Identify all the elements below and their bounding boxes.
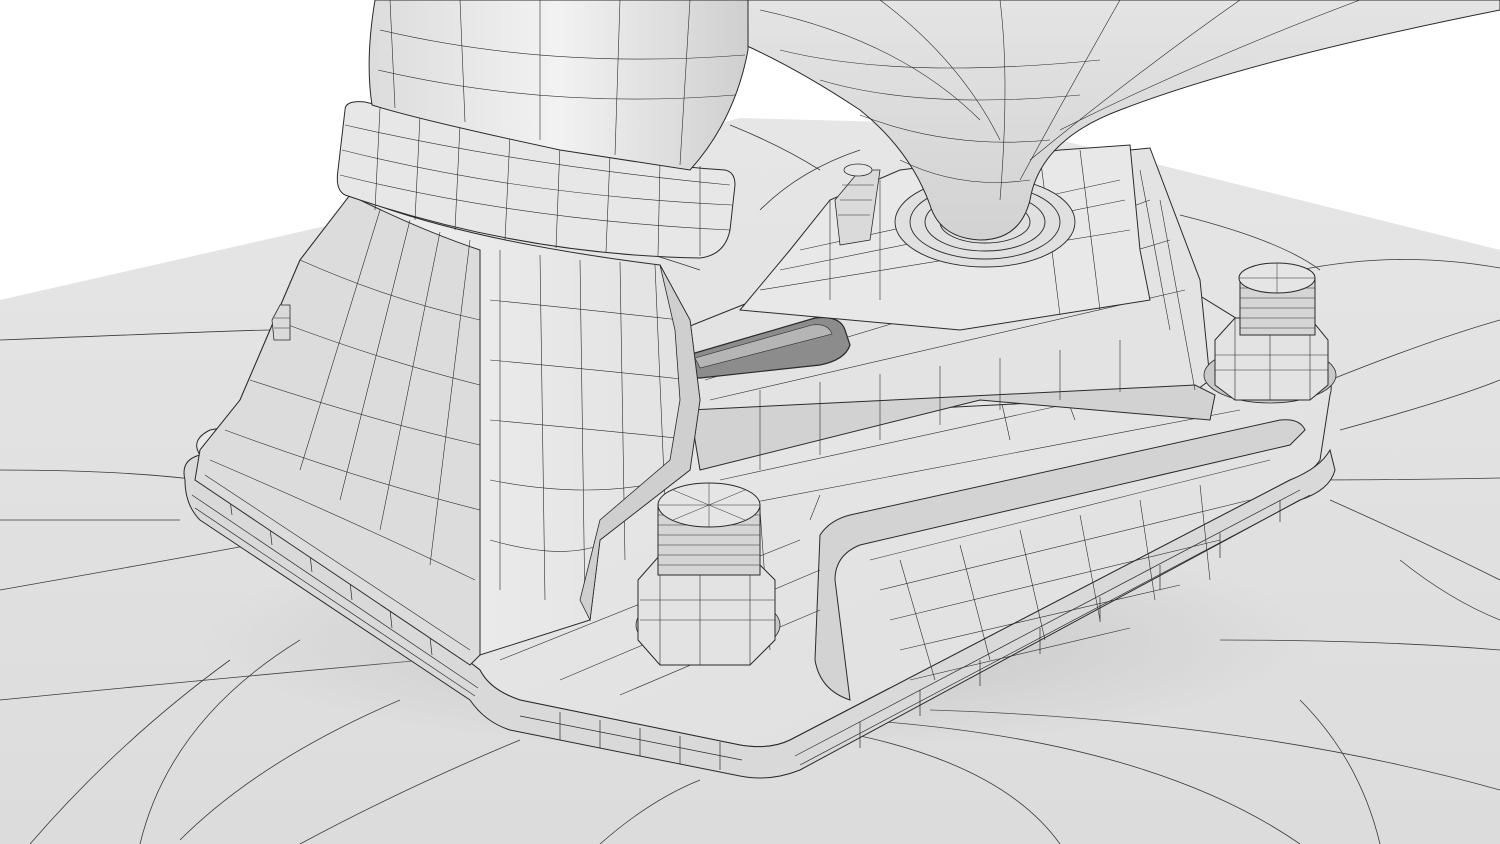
wireframe-scene [0,0,1500,844]
render-viewport [0,0,1500,844]
front-bolt [635,482,781,666]
